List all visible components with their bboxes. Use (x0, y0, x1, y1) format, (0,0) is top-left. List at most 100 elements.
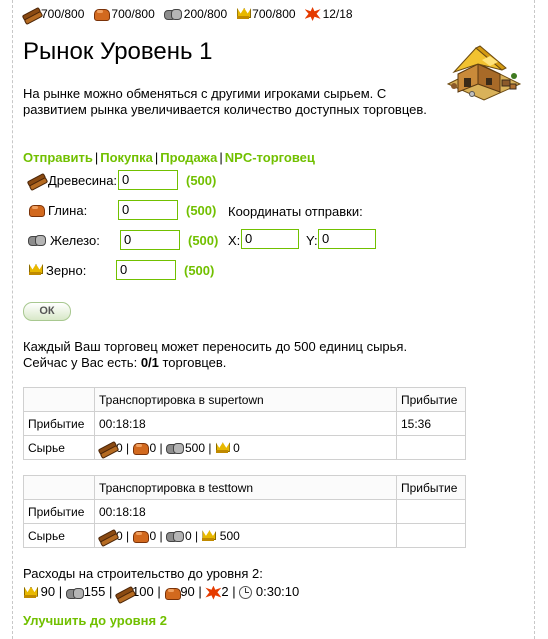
tab-send[interactable]: Отправить (23, 150, 93, 165)
arrival-label: Прибытие (23, 499, 95, 524)
clay-icon (28, 204, 45, 217)
tab-separator: | (94, 150, 99, 165)
clay-amount: 0 (149, 440, 157, 455)
tab-buy[interactable]: Покупка (100, 150, 153, 165)
page-title: Рынок Уровень 1 (23, 38, 213, 65)
y-coordinate-input[interactable]: 0 (318, 229, 376, 249)
crop-amount: 500 (219, 528, 240, 543)
crop-label: Зерно: (46, 262, 87, 278)
clay-icon (93, 8, 111, 21)
iron-icon (65, 587, 84, 599)
crop-icon (201, 530, 215, 542)
transport-table-testtown: Транспортировка в testtown Прибытие Приб… (23, 475, 466, 548)
market-description: На рынке можно обменяться с другими игро… (23, 86, 427, 117)
resources-label: Сырье (23, 523, 95, 548)
iron-cost: 155 (83, 584, 106, 599)
clay-cost: 90 (180, 584, 195, 599)
clay-stock: 700/800 (111, 7, 155, 21)
crop-icon (23, 587, 37, 599)
iron-stock: 200/800 (183, 7, 228, 21)
transport-table-supertown: Транспортировка в supertown Прибытие При… (23, 387, 466, 460)
tab-sell[interactable]: Продажа (160, 150, 217, 165)
wood-amount-input[interactable]: 0 (118, 170, 178, 190)
table-cell (396, 523, 466, 548)
iron-amount: 500 (184, 440, 205, 455)
crop-max-link[interactable]: (500) (184, 263, 214, 278)
iron-send-row: Железо: 0 (500) (28, 229, 218, 251)
transport-resources: 0 | 0 | 0 | 500 (94, 523, 397, 548)
table-row: Транспортировка в testtown Прибытие (23, 475, 466, 500)
table-cell (23, 387, 95, 412)
transport-destination[interactable]: Транспортировка в supertown (94, 387, 397, 412)
clay-amount-input[interactable]: 0 (118, 200, 178, 220)
crop-icon (215, 442, 229, 454)
clock-icon (239, 586, 253, 600)
iron-icon (165, 530, 184, 543)
capacity-text: Каждый Ваш торговец может переносить до … (23, 339, 408, 354)
travel-duration: 00:18:18 (94, 499, 397, 524)
clay-max-link[interactable]: (500) (186, 203, 216, 218)
coordinates-label: Координаты отправки: (228, 204, 363, 219)
arrival-column-header: Прибытие (396, 387, 466, 412)
ok-button[interactable]: ОК (23, 302, 71, 321)
table-cell (23, 475, 95, 500)
tab-separator: | (154, 150, 159, 165)
crop-icon (28, 264, 42, 276)
market-tabs: Отправить | Покупка | Продажа | NPC-торговец (23, 150, 315, 165)
resource-bar: 700/800 700/800 200/800 700/800 12/18 (23, 6, 362, 22)
clay-send-row: Глина: 0 (500) (28, 199, 216, 221)
wood-icon (116, 587, 132, 599)
iron-max-link[interactable]: (500) (188, 233, 218, 248)
tab-separator: | (219, 150, 223, 165)
upgrade-costs: Расходы на строительство до уровня 2: 90… (23, 566, 300, 600)
iron-icon (163, 8, 182, 20)
arrival-label: Прибытие (23, 411, 95, 436)
x-coordinate-input[interactable]: 0 (241, 229, 299, 249)
wood-stock: 700/800 (41, 7, 85, 21)
build-time: 0:30:10 (255, 584, 300, 599)
table-row: Прибытие 00:18:18 15:36 (23, 411, 466, 436)
crop-icon (236, 8, 250, 20)
upgrade-link[interactable]: Улучшить до уровня 2 (23, 613, 167, 628)
arrival-time: 15:36 (396, 411, 466, 436)
arrival-time (396, 499, 466, 524)
wood-icon (99, 442, 115, 454)
capacity-prefix: Сейчас у Вас есть: (23, 355, 141, 370)
marketplace-building-image (446, 45, 522, 101)
wood-send-row: Древесина: 0 (500) (28, 169, 216, 191)
wood-max-link[interactable]: (500) (186, 173, 216, 188)
consumption-stock: 12/18 (322, 7, 353, 21)
clay-icon (164, 587, 182, 600)
crop-cost: 90 (40, 584, 56, 599)
crop-amount-input[interactable]: 0 (116, 260, 176, 280)
iron-icon (165, 442, 184, 455)
wood-icon (23, 8, 39, 20)
table-cell (396, 435, 466, 460)
wood-icon (28, 174, 44, 186)
tab-npc-trader[interactable]: NPC-торговец (225, 150, 315, 165)
wood-label: Древесина: (48, 172, 118, 188)
wood-icon (99, 530, 115, 542)
iron-label: Железо: (50, 232, 100, 248)
table-row: Сырье 0 | 0 | 0 | 500 (23, 523, 466, 548)
clay-label: Глина: (48, 202, 88, 218)
clay-icon (132, 530, 150, 544)
wood-cost: 100 (132, 584, 154, 599)
x-coordinate-label: X: (228, 233, 241, 248)
arrival-column-header: Прибытие (396, 475, 466, 500)
clay-icon (132, 442, 150, 456)
resources-label: Сырье (23, 435, 95, 460)
table-row: Сырье 0 | 0 | 500 | 0 (23, 435, 466, 460)
crop-send-row: Зерно: 0 (500) (28, 259, 214, 281)
table-row: Транспортировка в supertown Прибытие (23, 387, 466, 412)
costs-label: Расходы на строительство до уровня 2: (23, 566, 263, 581)
crop-amount: 0 (233, 440, 240, 455)
transport-destination[interactable]: Транспортировка в testtown (94, 475, 397, 500)
clay-amount: 0 (149, 528, 157, 543)
consumption-icon (305, 7, 321, 21)
iron-icon (28, 234, 46, 246)
iron-amount: 0 (184, 528, 192, 543)
iron-amount-input[interactable]: 0 (120, 230, 180, 250)
left-border (12, 0, 13, 639)
transport-resources: 0 | 0 | 500 | 0 (94, 435, 397, 460)
